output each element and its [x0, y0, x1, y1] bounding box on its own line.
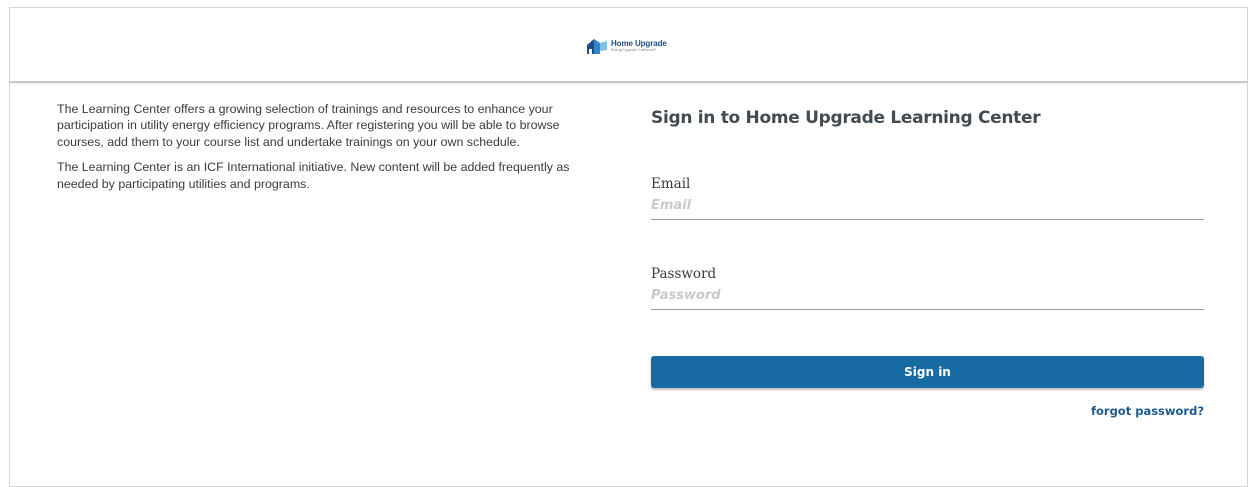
password-field[interactable]: [651, 285, 1204, 310]
intro-paragraph: The Learning Center is an ICF Internatio…: [57, 160, 570, 191]
logo-subtitle: Energy Upgrade California®: [611, 47, 656, 52]
forgot-password-link[interactable]: forgot password?: [1091, 404, 1204, 418]
logo-text: Home Upgrade Energy Upgrade California®: [611, 38, 667, 53]
intro-paragraph: The Learning Center offers a growing sel…: [57, 102, 560, 149]
email-field-group: Email: [651, 175, 1204, 220]
email-label: Email: [651, 176, 691, 192]
email-field[interactable]: [651, 195, 1204, 220]
page-frame: Home Upgrade Energy Upgrade California®: [9, 7, 1248, 487]
intro-text: The Learning Center offers a growing sel…: [57, 101, 587, 201]
logo-title: Home Upgrade: [611, 38, 667, 48]
signin-form: Sign in to Home Upgrade Learning Center …: [651, 104, 1204, 418]
header: Home Upgrade Energy Upgrade California®: [10, 8, 1247, 83]
home-upgrade-logo[interactable]: Home Upgrade Energy Upgrade California®: [586, 35, 667, 57]
password-label: Password: [651, 266, 717, 282]
sign-in-button[interactable]: Sign in: [651, 356, 1204, 388]
signin-title: Sign in to Home Upgrade Learning Center: [651, 108, 1041, 128]
password-field-group: Password: [651, 265, 1204, 310]
house-icon: [587, 39, 607, 54]
